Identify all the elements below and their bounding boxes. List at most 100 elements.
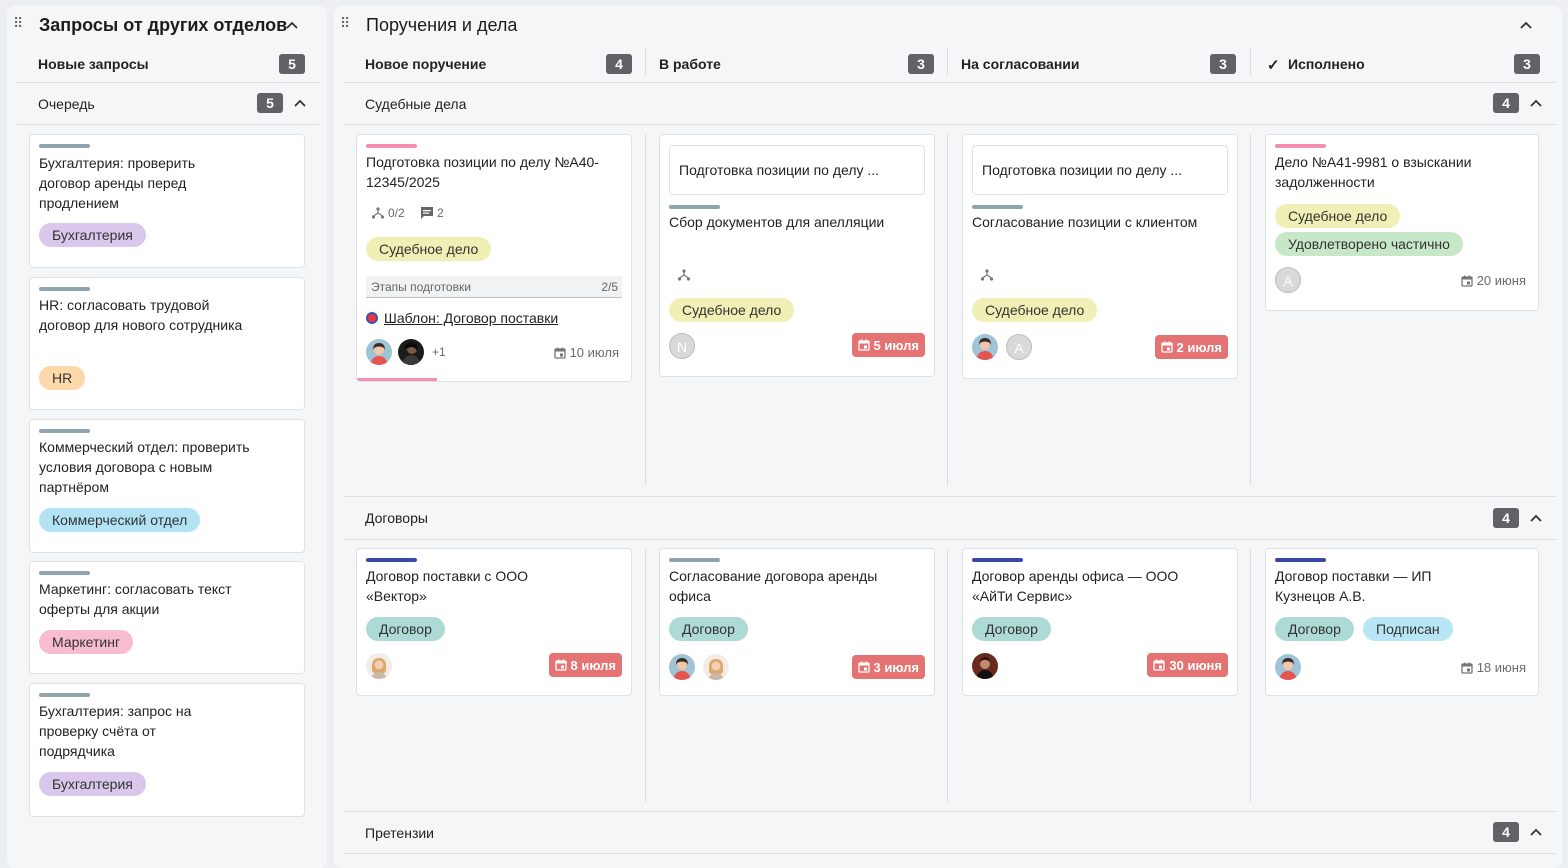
request-card[interactable]: Бухгалтерия: запрос на проверку счёта от… <box>29 683 305 817</box>
column-divider <box>645 549 646 802</box>
task-card[interactable]: Договор поставки — ИП Кузнецов А.В. Дого… <box>1265 548 1539 696</box>
comments-value: 2 <box>437 206 444 220</box>
tag: Судебное дело <box>366 237 492 261</box>
tag: Подписан <box>1363 617 1453 641</box>
avatar[interactable]: A <box>1006 334 1032 360</box>
divider <box>17 124 319 125</box>
date-text: 3 июля <box>873 659 919 675</box>
column-divider <box>1250 549 1251 802</box>
column-label: Исполнено <box>1288 56 1365 72</box>
task-card[interactable]: Подготовка позиции по делу №А40-12345/20… <box>356 134 632 382</box>
count-badge: 3 <box>1210 54 1236 74</box>
parent-task[interactable]: Подготовка позиции по делу ... <box>669 145 925 195</box>
due-date: 20 июня <box>1461 273 1526 288</box>
template-icon <box>366 312 378 324</box>
request-card[interactable]: Маркетинг: согласовать текст оферты для … <box>29 561 305 674</box>
color-bar <box>972 205 1023 209</box>
collapse-panel-icon[interactable] <box>285 18 299 32</box>
drag-handle-icon[interactable]: ⠿ <box>340 16 352 32</box>
avatar[interactable] <box>366 653 392 679</box>
column-header-new: Новое поручение 4 <box>334 46 644 82</box>
check-icon: ✓ <box>1267 57 1280 74</box>
calendar-icon <box>1461 275 1473 287</box>
calendar-icon <box>858 339 870 351</box>
color-bar <box>39 571 90 575</box>
subtasks-icon <box>677 268 691 282</box>
avatar[interactable]: A <box>1275 267 1301 293</box>
template-link[interactable]: Шаблон: Договор поставки <box>384 310 558 326</box>
card-title: Договор аренды офиса — ООО «АйТи Сервис» <box>972 568 1179 604</box>
task-card[interactable]: Договор поставки с ООО «Вектор» Договор … <box>356 548 632 696</box>
avatar[interactable] <box>703 654 729 680</box>
parent-task[interactable]: Подготовка позиции по делу ... <box>972 145 1228 195</box>
card-title: Согласование договора аренды офиса <box>669 568 878 604</box>
tag: Коммерческий отдел <box>39 508 201 532</box>
column-divider <box>947 549 948 802</box>
count-badge: 5 <box>279 54 305 74</box>
subtasks-icon <box>980 268 994 282</box>
divider <box>344 496 1556 497</box>
section-title: Претензии <box>365 825 435 841</box>
divider <box>344 82 1556 83</box>
date-text: 5 июля <box>873 337 919 353</box>
avatar[interactable] <box>366 339 392 365</box>
card-title: Согласование позиции с клиентом <box>972 214 1198 230</box>
count-badge: 4 <box>1493 822 1519 842</box>
collapse-section-icon[interactable] <box>1529 511 1543 525</box>
due-date-overdue: 30 июня <box>1147 653 1228 677</box>
count-badge: 5 <box>257 93 283 113</box>
column-header-in-progress: В работе 3 <box>646 46 948 82</box>
column-header-done: ✓ Исполнено 3 <box>1251 46 1559 82</box>
section-title: Договоры <box>365 510 428 526</box>
tag: Судебное дело <box>972 298 1098 322</box>
avatar[interactable] <box>398 339 424 365</box>
avatar[interactable] <box>972 653 998 679</box>
request-card[interactable]: Коммерческий отдел: проверить условия до… <box>29 419 305 553</box>
count-badge: 4 <box>1493 508 1519 528</box>
task-card[interactable]: Подготовка позиции по делу ... Согласова… <box>962 134 1238 379</box>
collapse-group-icon[interactable] <box>293 96 307 110</box>
request-card[interactable]: HR: согласовать трудовой договор для нов… <box>29 277 305 410</box>
color-bar <box>972 558 1023 562</box>
avatar[interactable]: N <box>669 333 695 359</box>
calendar-icon <box>1461 662 1473 674</box>
stages-progress[interactable]: Этапы подготовки 2/5 <box>366 276 622 298</box>
collapse-panel-icon[interactable] <box>1519 18 1533 32</box>
extra-assignees[interactable]: +1 <box>432 345 446 359</box>
tag: Договор <box>972 617 1051 641</box>
task-card[interactable]: Согласование договора аренды офиса Догов… <box>659 548 935 696</box>
color-bar <box>39 429 90 433</box>
task-card[interactable]: Договор аренды офиса — ООО «АйТи Сервис»… <box>962 548 1238 696</box>
avatar[interactable] <box>972 334 998 360</box>
comments-counter[interactable]: 2 <box>420 206 444 220</box>
drag-handle-icon[interactable]: ⠿ <box>13 16 25 32</box>
collapse-section-icon[interactable] <box>1529 96 1543 110</box>
new-requests-header: Новые запросы 5 <box>7 46 327 82</box>
task-card[interactable]: Дело №А41-9981 о взыскании задолженности… <box>1265 134 1539 311</box>
card-title: Дело №А41-9981 о взыскании задолженности <box>1275 154 1472 190</box>
color-bar <box>39 144 90 148</box>
tag: Бухгалтерия <box>39 772 146 796</box>
calendar-icon <box>555 659 567 671</box>
panel-title: Запросы от других отделов <box>39 15 288 35</box>
avatar[interactable] <box>1275 654 1301 680</box>
card-title: HR: согласовать трудовой договор для нов… <box>39 297 243 333</box>
card-title: Коммерческий отдел: проверить условия до… <box>39 439 250 495</box>
date-text: 20 июня <box>1476 273 1526 288</box>
tasks-panel: ⠿ Поручения и дела Новое поручение 4 В р… <box>334 6 1562 868</box>
tag: Договор <box>1275 617 1354 641</box>
color-bar <box>39 693 90 697</box>
subtasks-icon <box>371 206 385 220</box>
due-date-overdue: 3 июля <box>851 655 925 679</box>
calendar-icon <box>858 661 870 673</box>
card-title: Договор поставки — ИП Кузнецов А.В. <box>1275 568 1432 604</box>
collapse-section-icon[interactable] <box>1529 825 1543 839</box>
task-card[interactable]: Подготовка позиции по делу ... Сбор доку… <box>659 134 935 377</box>
request-card[interactable]: Бухгалтерия: проверить договор аренды пе… <box>29 134 305 268</box>
column-divider <box>645 134 646 486</box>
subtasks-counter[interactable]: 0/2 <box>371 206 405 220</box>
due-date-overdue: 8 июля <box>548 653 622 677</box>
divider <box>344 539 1556 540</box>
color-bar <box>1275 558 1326 562</box>
avatar[interactable] <box>669 654 695 680</box>
